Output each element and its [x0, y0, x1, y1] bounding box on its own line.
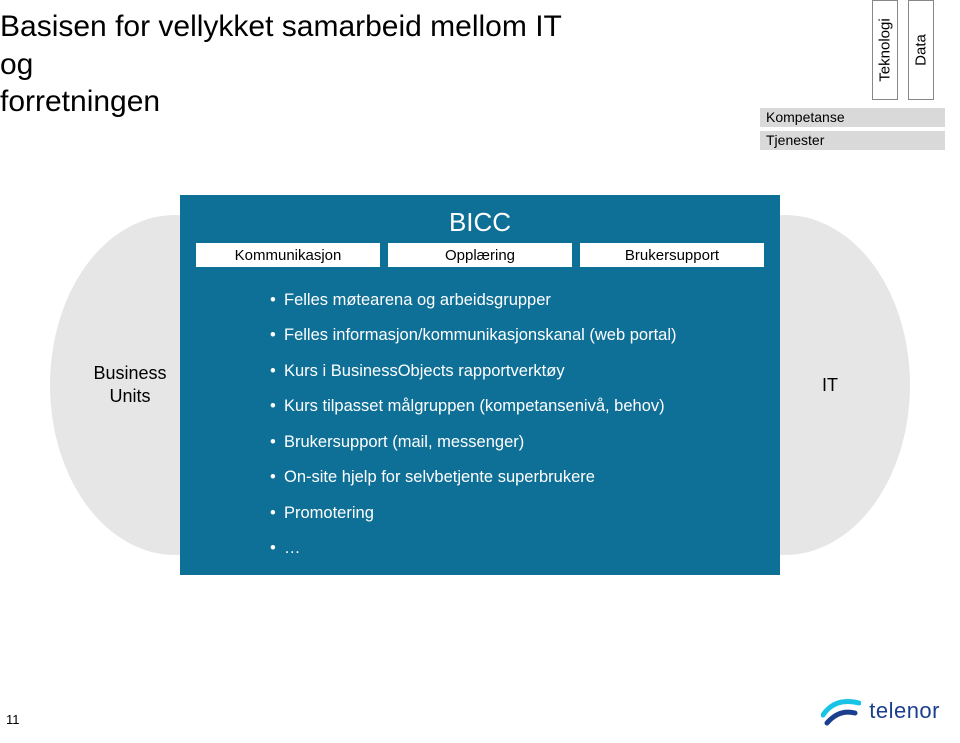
bicc-cell-opplaering: Opplæring	[388, 243, 572, 267]
ellipse-right-label: IT	[822, 375, 838, 396]
bicc-bullet-list: Felles møtearena og arbeidsgrupper Felle…	[270, 290, 730, 574]
title-line-1: Basisen for vellykket samarbeid mellom I…	[0, 10, 561, 81]
page-number: 11	[6, 712, 20, 727]
hbar-kompetanse: Kompetanse	[760, 108, 945, 127]
vertical-label-text: Teknologi	[877, 18, 894, 81]
bicc-cell-brukersupport: Brukersupport	[580, 243, 764, 267]
telenor-logo: telenor	[821, 695, 940, 727]
bicc-title: BICC	[180, 207, 780, 238]
diagram-area: Business Units IT BICC Kommunikasjon Opp…	[60, 195, 900, 575]
list-item: Felles møtearena og arbeidsgrupper	[270, 290, 730, 311]
list-item: Felles informasjon/kommunikasjonskanal (…	[270, 325, 730, 346]
vertical-label-text: Data	[913, 34, 930, 66]
telenor-logo-text: telenor	[869, 698, 940, 724]
vertical-label-data: Data	[908, 0, 934, 100]
telenor-logo-icon	[821, 695, 861, 727]
list-item: Kurs tilpasset målgruppen (kompetanseniv…	[270, 396, 730, 417]
title-line-2: forretningen	[0, 85, 160, 118]
bicc-block: BICC Kommunikasjon Opplæring Brukersuppo…	[180, 195, 780, 575]
list-item: Promotering	[270, 503, 730, 524]
ellipse-left-label: Business Units	[93, 362, 166, 409]
list-item: Brukersupport (mail, messenger)	[270, 432, 730, 453]
vertical-label-teknologi: Teknologi	[872, 0, 898, 100]
bicc-cell-kommunikasjon: Kommunikasjon	[196, 243, 380, 267]
list-item: …	[270, 538, 730, 559]
bicc-header-row: Kommunikasjon Opplæring Brukersupport	[196, 243, 764, 267]
list-item: Kurs i BusinessObjects rapportverktøy	[270, 361, 730, 382]
page-title: Basisen for vellykket samarbeid mellom I…	[0, 8, 600, 121]
hbar-tjenester: Tjenester	[760, 131, 945, 150]
hbar-label: Kompetanse	[766, 109, 845, 125]
list-item: On-site hjelp for selvbetjente superbruk…	[270, 467, 730, 488]
hbar-label: Tjenester	[766, 132, 824, 148]
